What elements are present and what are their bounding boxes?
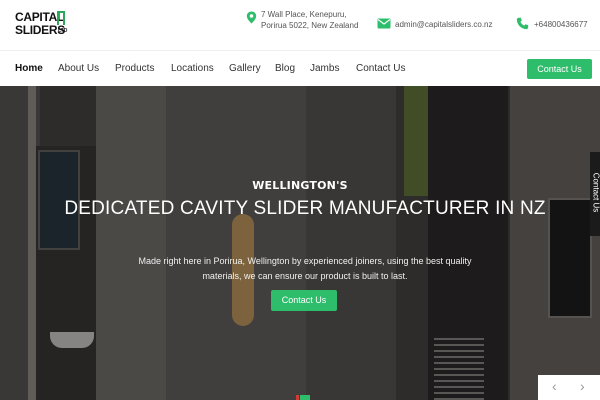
phone-icon: [516, 17, 529, 30]
nav-home[interactable]: Home: [15, 63, 43, 74]
slider-controls: ‹ ›: [538, 375, 600, 400]
hero-title: DEDICATED CAVITY SLIDER MANUFACTURER IN …: [64, 198, 546, 219]
capital-sliders-logo[interactable]: CAPITAL SLIDERS LTD: [15, 11, 68, 39]
main-nav: Home About Us Products Locations Gallery…: [0, 50, 600, 86]
nav-locations[interactable]: Locations: [171, 63, 214, 74]
contact-side-tab[interactable]: Contact Us: [590, 152, 600, 236]
hero-subtitle: Made right here in Porirua, Wellington b…: [138, 256, 472, 281]
nav-contact-button[interactable]: Contact Us: [527, 59, 592, 79]
envelope-icon: [377, 18, 391, 29]
email-link[interactable]: admin@capitalsliders.co.nz: [395, 19, 493, 30]
hero-kicker: WELLINGTON'S: [252, 179, 348, 192]
nav-gallery[interactable]: Gallery: [229, 63, 261, 74]
hero-contact-button[interactable]: Contact Us: [271, 290, 337, 311]
address-text: 7 Wall Place, Kenepuru, Porirua 5022, Ne…: [261, 10, 359, 30]
nav-contact-us[interactable]: Contact Us: [356, 63, 405, 74]
slide-indicator: [296, 395, 310, 400]
chevron-right-icon[interactable]: ›: [580, 378, 585, 394]
side-tab-label: Contact Us: [591, 172, 600, 213]
nav-products[interactable]: Products: [115, 63, 154, 74]
logo-ltd: LTD: [58, 28, 68, 34]
phone-link[interactable]: +64800436677: [534, 19, 588, 30]
map-pin-icon: [246, 11, 257, 24]
top-info-bar: CAPITAL SLIDERS LTD 7 Wall Place, Kenepu…: [0, 0, 600, 50]
hero-banner: WELLINGTON'S DEDICATED CAVITY SLIDER MAN…: [0, 86, 600, 400]
logo-mark: [57, 11, 65, 25]
nav-jambs[interactable]: Jambs: [310, 63, 339, 74]
nav-about-us[interactable]: About Us: [58, 63, 99, 74]
nav-blog[interactable]: Blog: [275, 63, 295, 74]
chevron-left-icon[interactable]: ‹: [552, 378, 557, 394]
